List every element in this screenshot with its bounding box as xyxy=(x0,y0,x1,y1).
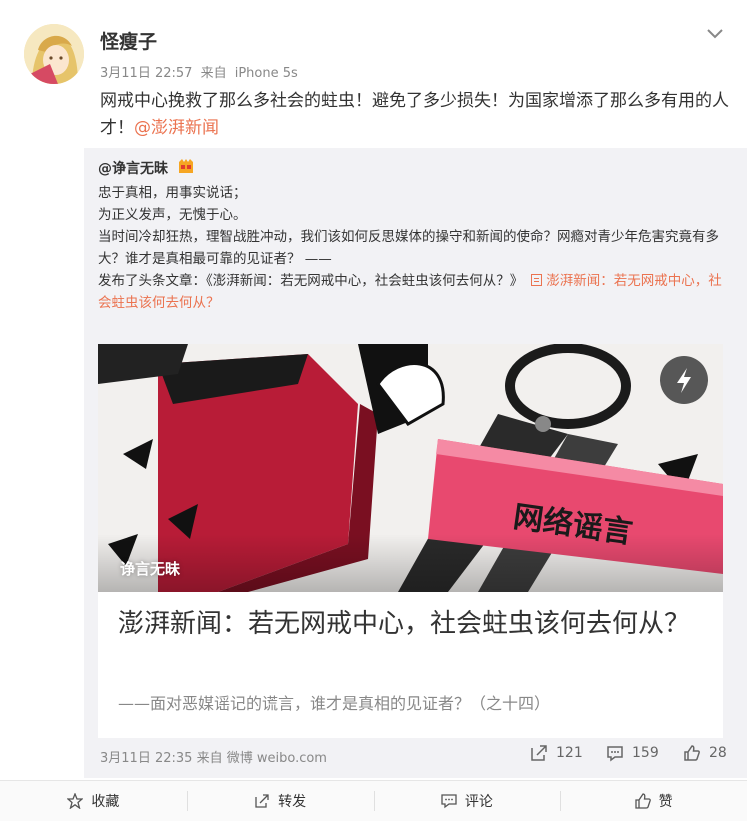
repost-line: 为正义发声，无愧于心。 xyxy=(98,207,247,223)
lightning-icon[interactable] xyxy=(660,356,708,404)
like-count[interactable]: 28 xyxy=(683,744,727,762)
comment-count[interactable]: 159 xyxy=(606,744,659,762)
post-date[interactable]: 3月11日 22:57 xyxy=(100,66,192,81)
article-card[interactable]: 网络谣言 诤言无昧 澎湃新闻：若无网戒中心，社会蛀虫该何去何从？ ——面对恶媒谣… xyxy=(98,344,723,738)
source-prefix: 来自 xyxy=(196,751,223,766)
weibo-post-card: 怪瘦子 3月11日 22:57 来自 iPhone 5s 网戒中心挽救了那么多社… xyxy=(0,0,747,821)
post-meta: 3月11日 22:57 来自 iPhone 5s xyxy=(100,62,302,81)
forward-label: 转发 xyxy=(278,794,307,810)
image-source-label: 诤言无昧 xyxy=(120,560,181,578)
like-count-value: 28 xyxy=(709,745,727,761)
published-text: 发布了头条文章：《澎湃新闻：若无网戒中心，社会蛀虫该何去何从？》 xyxy=(98,273,524,289)
repost-count-value: 121 xyxy=(556,745,583,761)
repost-text: 忠于真相，用事实说话； 为正义发声，无愧于心。 当时间冷却狂热，理智战胜冲动，我… xyxy=(98,182,723,314)
username[interactable]: 怪瘦子 xyxy=(100,27,157,54)
thumbs-up-icon xyxy=(684,745,700,761)
repost-line: 当时间冷却狂热，理智战胜冲动，我们该如何反思媒体的操守和新闻的使命？网瘾对青少年… xyxy=(98,229,719,267)
article-image[interactable]: 网络谣言 诤言无昧 xyxy=(98,344,723,592)
like-label: 赞 xyxy=(658,794,673,810)
repost-source[interactable]: 微博 weibo.com xyxy=(227,751,327,766)
article-subtitle: ——面对恶媒谣记的谎言，谁才是真相的见证者？（之十四） xyxy=(118,694,551,713)
repost-published-line: 发布了头条文章：《澎湃新闻：若无网戒中心，社会蛀虫该何去何从？》 澎湃新闻：若无网… xyxy=(98,270,723,314)
forward-button[interactable]: 转发 xyxy=(186,781,374,821)
verified-badge-icon xyxy=(177,159,195,179)
comment-icon xyxy=(607,746,623,762)
comment-button[interactable]: 评论 xyxy=(373,781,561,821)
action-bar: 收藏 转发 评论 赞 xyxy=(0,780,747,821)
comment-count-value: 159 xyxy=(632,745,659,761)
repost-date[interactable]: 3月11日 22:35 xyxy=(100,751,192,766)
favorite-label: 收藏 xyxy=(91,794,120,810)
repost-username[interactable]: @诤言无昧 xyxy=(98,158,195,179)
favorite-button[interactable]: 收藏 xyxy=(0,781,187,821)
star-icon xyxy=(67,793,84,809)
post-text: 网戒中心挽救了那么多社会的蛀虫！避免了多少损失！为国家增添了那么多有用的人才！@… xyxy=(100,88,730,142)
mention-link[interactable]: @澎湃新闻 xyxy=(134,118,219,138)
document-icon xyxy=(531,274,543,286)
repost-username-text[interactable]: @诤言无昧 xyxy=(98,161,168,177)
chevron-down-icon[interactable] xyxy=(704,22,726,44)
repost-count[interactable]: 121 xyxy=(530,744,583,762)
comment-label: 评论 xyxy=(464,794,493,810)
forward-icon xyxy=(255,794,269,808)
comment-icon xyxy=(441,794,457,809)
post-device[interactable]: iPhone 5s xyxy=(235,66,298,81)
repost-meta: 3月11日 22:35 来自 微博 weibo.com xyxy=(100,747,327,766)
thumbs-up-icon xyxy=(634,793,651,809)
avatar[interactable] xyxy=(24,24,84,84)
article-title[interactable]: 澎湃新闻：若无网戒中心，社会蛀虫该何去何从？ xyxy=(118,606,703,642)
repost-line: 忠于真相，用事实说话； xyxy=(98,185,247,201)
forward-icon xyxy=(531,745,547,761)
repost-block: @诤言无昧 忠于真相，用事实说话； 为正义发声，无愧于心。 当时间冷却狂热，理智… xyxy=(84,148,747,778)
like-button[interactable]: 赞 xyxy=(560,781,747,821)
source-prefix: 来自 xyxy=(200,66,227,81)
